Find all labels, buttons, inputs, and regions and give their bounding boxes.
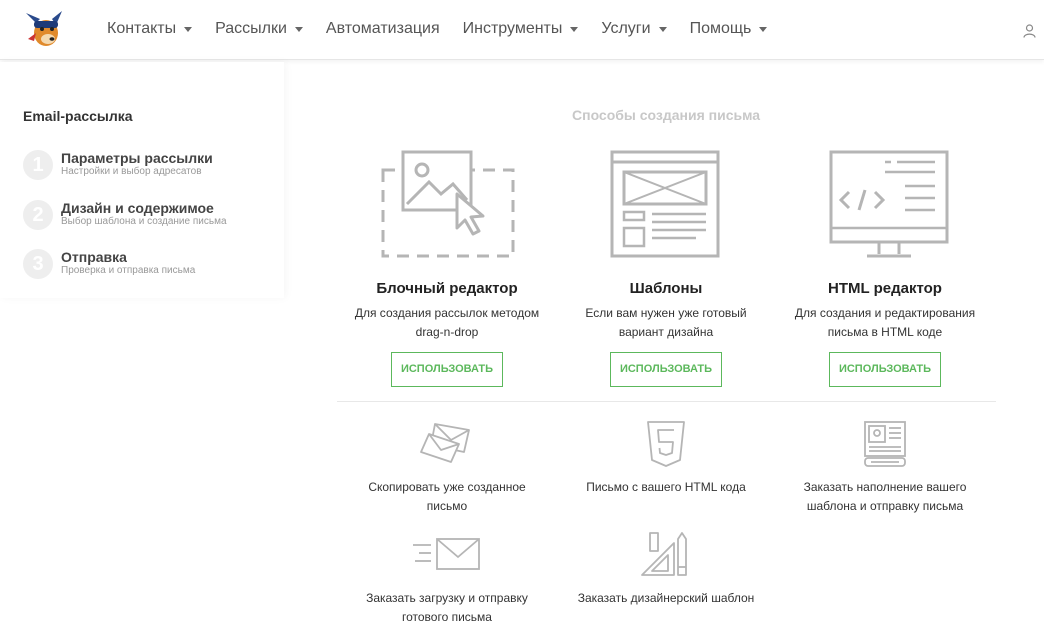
alt-label: Заказать наполнение вашего шаблона и отп… — [775, 478, 995, 516]
method-description-line: письма в HTML коде — [827, 325, 943, 339]
alt-label: Заказать дизайнерский шаблон — [556, 589, 776, 608]
use-html-editor-button[interactable]: ИСПОЛЬЗОВАТЬ — [829, 352, 941, 387]
use-templates-button[interactable]: ИСПОЛЬЗОВАТЬ — [610, 352, 722, 387]
section-divider — [337, 401, 996, 402]
step-subtitle: Выбор шаблона и создание письма — [61, 216, 227, 227]
logo-icon[interactable] — [22, 9, 64, 49]
step-title: Дизайн и содержимое — [61, 200, 214, 216]
design-tools-icon — [641, 532, 687, 576]
step-number: 1 — [23, 150, 53, 180]
nav-help-label: Помощь — [689, 20, 752, 37]
alt-order-upload[interactable]: Заказать загрузку и отправку готового пи… — [337, 531, 557, 627]
alt-label-line: шаблона и отправку письма — [806, 499, 964, 513]
envelopes-icon — [420, 423, 470, 463]
main-nav: Контакты Рассылки Автоматизация Инструме… — [107, 0, 790, 58]
alt-order-design[interactable]: Заказать дизайнерский шаблон — [556, 531, 776, 608]
method-block-editor: Блочный редактор Для создания рассылок м… — [337, 148, 557, 387]
nav-automation[interactable]: Автоматизация — [326, 20, 440, 38]
nav-contacts[interactable]: Контакты — [107, 20, 193, 38]
method-description: Если вам нужен уже готовый вариант дизай… — [556, 304, 776, 342]
caret-down-icon — [294, 27, 303, 32]
nav-automation-label: Автоматизация — [325, 20, 440, 37]
nav-help[interactable]: Помощь — [690, 20, 768, 38]
nav-mailings-label: Рассылки — [215, 20, 287, 37]
method-title: Блочный редактор — [376, 280, 518, 297]
use-block-editor-button[interactable]: ИСПОЛЬЗОВАТЬ — [391, 352, 503, 387]
step-design[interactable]: 2 Дизайн и содержимое Выбор шаблона и со… — [23, 200, 227, 230]
template-icon — [610, 150, 720, 258]
nav-tools[interactable]: Инструменты — [463, 20, 579, 38]
alt-label-line: готового письма — [402, 610, 492, 624]
step-title: Параметры рассылки — [61, 150, 213, 166]
method-templates: Шаблоны Если вам нужен уже готовый вариа… — [556, 148, 776, 387]
user-icon[interactable] — [1023, 24, 1036, 38]
method-description: Для создания рассылок методом drag-n-dro… — [337, 304, 557, 342]
alt-label-line: Заказать наполнение вашего — [803, 480, 967, 494]
step-number: 2 — [23, 200, 53, 230]
newsletter-order-icon — [864, 421, 906, 467]
caret-down-icon — [658, 27, 667, 32]
nav-services[interactable]: Услуги — [601, 20, 667, 38]
step-parameters[interactable]: 1 Параметры рассылки Настройки и выбор а… — [23, 150, 213, 180]
caret-down-icon — [570, 27, 579, 32]
alt-label-line: письмо — [426, 499, 468, 513]
step-title: Отправка — [61, 249, 127, 265]
nav-tools-label: Инструменты — [462, 20, 563, 37]
section-title: Способы создания письма — [572, 107, 761, 123]
caret-down-icon — [184, 27, 193, 32]
alt-label-line: Заказать дизайнерский шаблон — [577, 591, 755, 605]
caret-down-icon — [759, 27, 768, 32]
step-subtitle: Проверка и отправка письма — [61, 265, 196, 276]
alt-label: Письмо с вашего HTML кода — [556, 478, 776, 497]
html5-icon — [647, 421, 685, 467]
method-title: HTML редактор — [828, 280, 942, 297]
html-editor-icon — [829, 150, 949, 258]
drag-drop-editor-icon — [381, 150, 515, 258]
alt-label-line: Письмо с вашего HTML кода — [586, 480, 746, 494]
alt-label-line: Заказать загрузку и отправку — [366, 591, 528, 605]
steps-sidebar: Email-рассылка 1 Параметры рассылки Наст… — [0, 62, 284, 298]
method-description-line: drag-n-drop — [415, 325, 479, 339]
method-description-line: Для создания и редактирования — [794, 306, 976, 320]
top-navbar: Контакты Рассылки Автоматизация Инструме… — [0, 0, 1044, 60]
alt-order-fill[interactable]: Заказать наполнение вашего шаблона и отп… — [775, 420, 995, 516]
alt-label: Заказать загрузку и отправку готового пи… — [337, 589, 557, 627]
step-send[interactable]: 3 Отправка Проверка и отправка письма — [23, 249, 195, 279]
sidebar-title: Email-рассылка — [23, 108, 133, 124]
step-subtitle: Настройки и выбор адресатов — [61, 166, 202, 177]
fast-mail-icon — [413, 538, 480, 570]
method-title: Шаблоны — [629, 280, 703, 297]
method-description: Для создания и редактирования письма в H… — [775, 304, 995, 342]
method-description-line: Для создания рассылок методом — [354, 306, 540, 320]
nav-mailings[interactable]: Рассылки — [215, 20, 303, 38]
alt-label-line: Скопировать уже созданное — [368, 480, 526, 494]
alt-copy-letter[interactable]: Скопировать уже созданное письмо — [337, 420, 557, 516]
method-html-editor: HTML редактор Для создания и редактирова… — [775, 148, 995, 387]
nav-services-label: Услуги — [601, 20, 651, 37]
alt-label: Скопировать уже созданное письмо — [337, 478, 557, 516]
alt-html-code[interactable]: Письмо с вашего HTML кода — [556, 420, 776, 497]
method-description-line: Если вам нужен уже готовый — [585, 306, 747, 320]
nav-contacts-label: Контакты — [107, 20, 177, 37]
step-number: 3 — [23, 249, 53, 279]
method-description-line: вариант дизайна — [618, 325, 714, 339]
